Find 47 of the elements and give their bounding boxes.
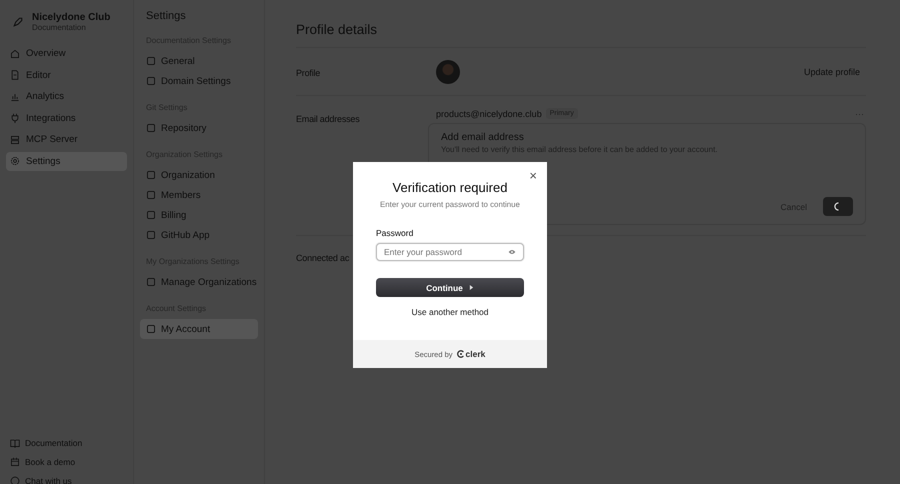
- footer-link[interactable]: Documentation: [6, 436, 127, 450]
- chart-icon: [10, 92, 20, 102]
- footer-link[interactable]: Book a demo: [6, 455, 127, 469]
- avatar: [436, 60, 460, 84]
- sidebar-item[interactable]: Settings: [6, 152, 127, 171]
- play-icon: [468, 285, 474, 290]
- settings-nav-item[interactable]: Organization: [140, 165, 258, 185]
- card-title: Add email address: [441, 132, 525, 143]
- settings-nav-item[interactable]: Repository: [140, 118, 258, 138]
- row-label: Email addresses: [296, 114, 360, 124]
- field-label: Password: [376, 228, 414, 238]
- clerk-logo: clerk: [456, 349, 486, 359]
- settings-nav-item[interactable]: General: [140, 51, 258, 71]
- settings-nav-item[interactable]: Billing: [140, 205, 258, 225]
- footer-link[interactable]: Chat with us: [6, 474, 127, 484]
- calendar-icon: [10, 457, 20, 467]
- update-profile-button[interactable]: Update profile: [798, 66, 866, 78]
- sidebar-item[interactable]: Editor: [6, 66, 127, 85]
- continue-button[interactable]: Continue: [376, 278, 524, 297]
- settings-nav-item[interactable]: Members: [140, 185, 258, 205]
- page-title: Profile details: [296, 22, 866, 48]
- settings-nav-item[interactable]: GitHub App: [140, 225, 258, 245]
- sidebar-item[interactable]: Overview: [6, 44, 127, 64]
- settings-title: Settings: [145, 10, 187, 22]
- plug-icon: [10, 113, 20, 124]
- brand-name: Nicelydone Club: [32, 12, 110, 23]
- eye-icon[interactable]: [508, 249, 516, 255]
- doc-icon: [10, 70, 20, 80]
- sidebar-item[interactable]: Analytics: [6, 87, 127, 106]
- add-button[interactable]: [823, 197, 853, 216]
- gear-icon: [10, 156, 20, 166]
- settings-nav-item[interactable]: Manage Organizations: [140, 272, 258, 292]
- sidebar-item[interactable]: MCP Server: [6, 130, 127, 150]
- alt-method-link[interactable]: Use another method: [405, 306, 495, 318]
- more-button[interactable]: ···: [853, 108, 866, 118]
- dialog-title: Verification required: [392, 180, 508, 195]
- book-icon: [10, 438, 20, 448]
- settings-nav-item[interactable]: Domain Settings: [140, 71, 258, 91]
- row-label: Profile: [296, 68, 320, 78]
- sidebar-item[interactable]: Integrations: [6, 108, 127, 128]
- settings-nav-item[interactable]: My Account: [140, 319, 258, 339]
- row-label: Connected ac: [296, 253, 350, 263]
- password-field[interactable]: Enter your password: [376, 243, 524, 261]
- home-icon: [10, 48, 20, 59]
- email-address: products@nicelydone.club: [436, 108, 542, 118]
- close-button[interactable]: ×: [527, 168, 539, 183]
- server-icon: [10, 134, 20, 145]
